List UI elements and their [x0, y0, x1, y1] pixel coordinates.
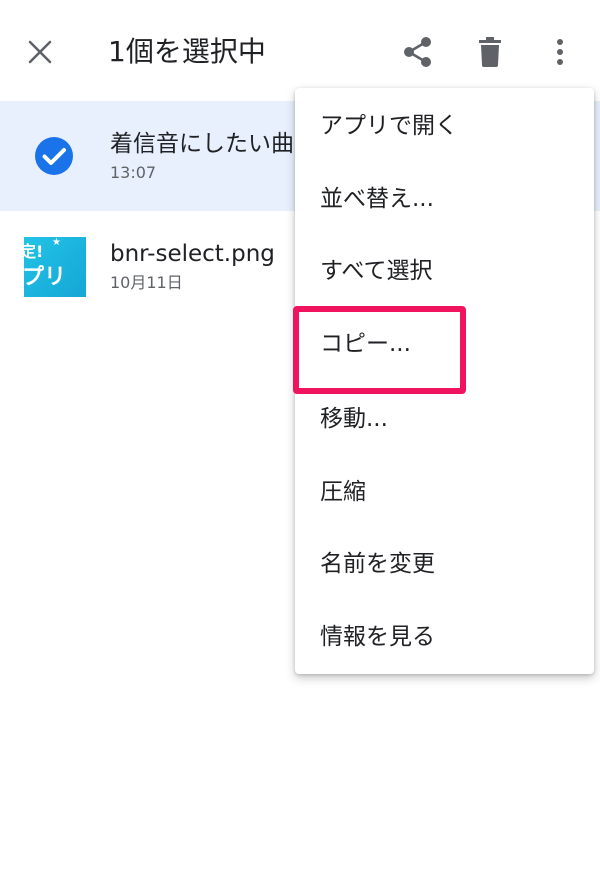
- share-button[interactable]: [398, 32, 438, 72]
- close-selection-button[interactable]: [20, 32, 60, 72]
- menu-item-label: アプリで開く: [320, 113, 458, 139]
- menu-item-info[interactable]: 情報を見る: [295, 601, 594, 674]
- trash-icon: [479, 37, 501, 67]
- menu-item-label: すべて選択: [320, 258, 433, 284]
- menu-item-label: 圧縮: [320, 479, 366, 505]
- more-options-button[interactable]: [540, 32, 580, 72]
- check-circle-icon: [35, 137, 73, 175]
- image-thumbnail: ★ 定! プリ: [24, 237, 86, 297]
- menu-item-compress[interactable]: 圧縮: [295, 456, 594, 529]
- file-manager-screen: 1個を選択中 着信音にしたい曲 13:07 ★ 定! プリ bnr-select…: [0, 0, 600, 872]
- file-name: bnr-select.png: [110, 241, 275, 267]
- menu-item-sort[interactable]: 並べ替え...: [295, 163, 594, 236]
- thumbnail-text: プリ: [24, 265, 67, 290]
- menu-item-label: 情報を見る: [320, 624, 435, 650]
- file-name: 着信音にしたい曲: [110, 131, 294, 157]
- selection-count-title: 1個を選択中: [108, 35, 266, 68]
- overflow-menu: アプリで開く 並べ替え... すべて選択 コピー... 移動... 圧縮 名前を…: [295, 88, 594, 674]
- menu-item-copy[interactable]: コピー...: [295, 308, 594, 381]
- thumbnail-text: 定!: [24, 242, 44, 261]
- menu-item-label: 名前を変更: [320, 551, 435, 577]
- file-date: 10月11日: [110, 273, 183, 292]
- delete-button[interactable]: [470, 32, 510, 72]
- menu-item-open-with[interactable]: アプリで開く: [295, 90, 594, 163]
- selection-toolbar: 1個を選択中: [0, 0, 600, 100]
- menu-item-label: 移動...: [320, 406, 388, 432]
- menu-item-label: 並べ替え...: [320, 186, 434, 212]
- menu-item-rename[interactable]: 名前を変更: [295, 528, 594, 601]
- more-vert-icon: [557, 39, 563, 65]
- star-icon: ★: [52, 237, 61, 248]
- share-icon: [404, 37, 431, 67]
- menu-item-select-all[interactable]: すべて選択: [295, 235, 594, 308]
- menu-item-label: コピー...: [320, 331, 411, 357]
- menu-item-move[interactable]: 移動...: [295, 383, 594, 456]
- file-date: 13:07: [110, 163, 157, 182]
- close-icon: [28, 40, 52, 64]
